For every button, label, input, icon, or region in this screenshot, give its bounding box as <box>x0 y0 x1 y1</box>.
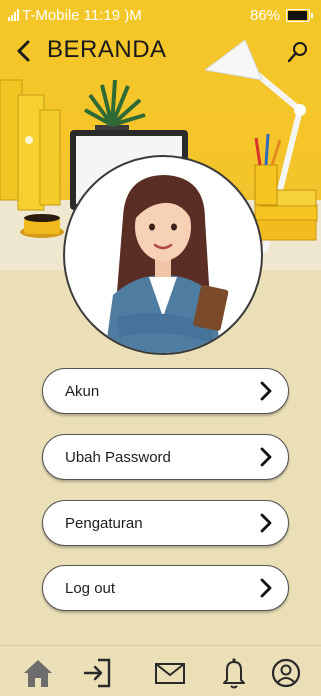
home-icon[interactable] <box>22 656 54 690</box>
page-title: BERANDA <box>47 36 167 63</box>
woman-avatar-illustration <box>105 175 229 353</box>
account-button[interactable]: Akun <box>42 368 289 414</box>
bell-icon[interactable] <box>218 656 250 690</box>
login-icon[interactable] <box>82 656 114 690</box>
chevron-right-icon <box>260 578 272 598</box>
account-label: Akun <box>65 382 100 400</box>
carrier-time: T-Mobile 11:19 )M <box>22 6 142 24</box>
change-password-label: Ubah Password <box>65 448 171 466</box>
back-arrow-icon[interactable] <box>12 36 36 66</box>
bottom-navigation <box>0 645 321 696</box>
settings-button[interactable]: Pengaturan <box>42 500 289 546</box>
chevron-right-icon <box>260 447 272 467</box>
battery-status: 86% <box>250 7 313 24</box>
app-header: BERANDA <box>0 32 321 70</box>
logout-label: Log out <box>65 579 116 597</box>
profile-avatar <box>63 155 263 355</box>
battery-icon <box>286 8 310 22</box>
chevron-right-icon <box>260 513 272 533</box>
chevron-right-icon <box>260 381 272 401</box>
profile-icon[interactable] <box>270 656 302 690</box>
battery-percent: 86% <box>249 6 280 24</box>
search-icon[interactable] <box>286 40 310 64</box>
status-bar: T-Mobile 11:19 )M 86% <box>0 0 321 30</box>
mail-icon[interactable] <box>154 656 186 690</box>
signal-icon <box>8 9 19 21</box>
settings-label: Pengaturan <box>65 514 143 532</box>
change-password-button[interactable]: Ubah Password <box>42 434 289 480</box>
battery-tip <box>311 12 313 18</box>
logout-button[interactable]: Log out <box>42 565 289 611</box>
